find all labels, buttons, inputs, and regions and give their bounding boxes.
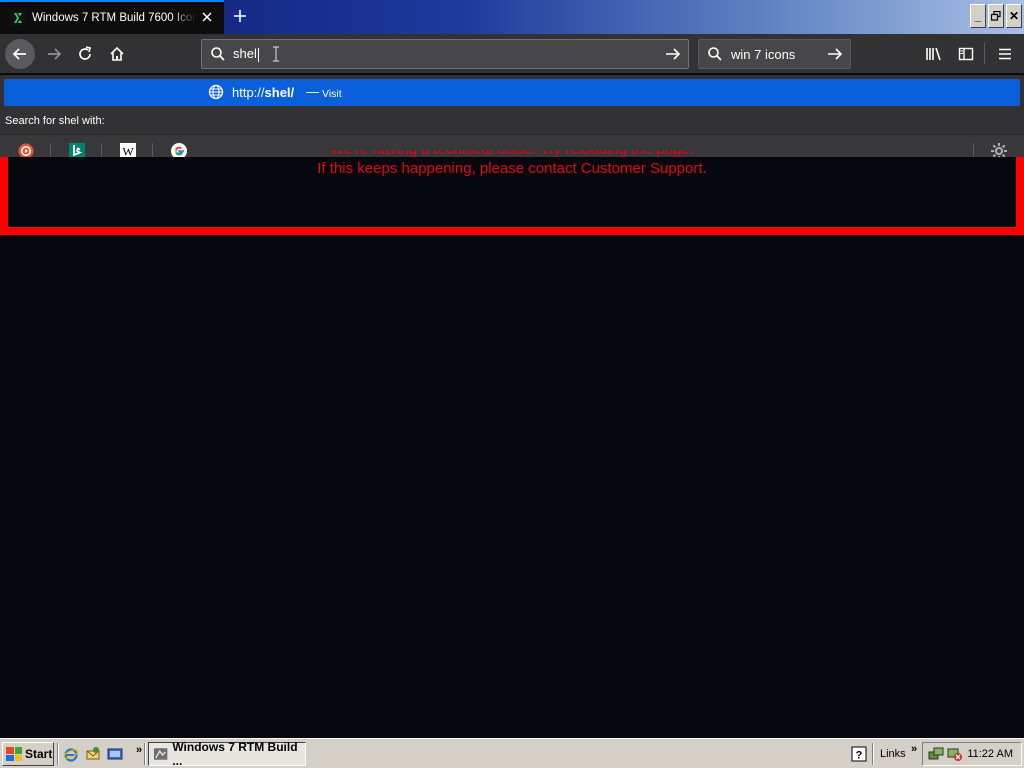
network-icon[interactable] <box>928 746 944 762</box>
search-bar[interactable]: win 7 icons <box>698 39 851 69</box>
clock: 11:22 AM <box>967 748 1013 760</box>
new-tab-button[interactable] <box>229 5 251 27</box>
suggestion-url: http://shel/ <box>232 85 295 100</box>
globe-icon <box>208 84 224 105</box>
svg-text:?: ? <box>856 750 863 762</box>
search-input[interactable]: win 7 icons <box>731 47 795 62</box>
page-content: We're having a technical issue. Try relo… <box>0 150 1024 738</box>
taskbar-window-button[interactable]: Windows 7 RTM Build ... <box>148 740 306 768</box>
show-desktop-icon[interactable] <box>107 746 123 762</box>
autocomplete-suggestion[interactable]: http://shel/ — Visit <box>4 79 1020 106</box>
site-logo-icon <box>10 10 26 26</box>
search-for-label: Search for shel with: <box>5 115 105 127</box>
suggestion-action: Visit <box>322 88 342 100</box>
quicklaunch-overflow-icon[interactable]: » <box>136 744 142 756</box>
go-arrow-icon[interactable] <box>664 46 682 62</box>
restore-icon <box>991 11 1001 21</box>
taskbar-separator <box>57 743 59 765</box>
outlook-express-icon[interactable] <box>85 746 101 762</box>
links-toolbar-label[interactable]: Links <box>880 748 906 760</box>
back-button[interactable] <box>5 39 35 69</box>
error-line1-clip: We're having a technical issue. Try relo… <box>8 150 1016 158</box>
toolbar-separator <box>984 42 985 64</box>
start-button[interactable]: Start <box>2 742 54 766</box>
taskbar-separator <box>872 743 874 765</box>
library-button[interactable] <box>920 40 948 68</box>
error-message-line1: We're having a technical issue. Try relo… <box>8 150 1016 158</box>
sidebar-icon <box>958 47 974 61</box>
search-icon <box>707 46 723 62</box>
tab-close-icon[interactable] <box>198 8 216 26</box>
library-icon <box>926 47 941 61</box>
error-banner: We're having a technical issue. Try relo… <box>0 150 1024 235</box>
windows-flag-icon <box>6 747 22 761</box>
navigation-toolbar: shel win 7 icons <box>0 34 1024 74</box>
arrow-left-icon <box>12 48 26 60</box>
home-button[interactable] <box>103 40 131 68</box>
home-icon <box>110 46 124 61</box>
tab-active[interactable]: Windows 7 RTM Build 7600 Icons f <box>0 0 224 34</box>
error-message-line2: If this keeps happening, please contact … <box>317 160 707 177</box>
close-window-button[interactable]: ✕ <box>1006 4 1022 28</box>
network-disconnected-icon[interactable] <box>947 746 963 762</box>
window-controls: _ ✕ <box>970 4 1022 28</box>
reload-icon <box>79 46 91 60</box>
taskbar-separator <box>144 743 146 765</box>
search-icon <box>210 46 226 62</box>
help-icon[interactable]: ? <box>851 746 867 762</box>
sidebar-button[interactable] <box>952 40 980 68</box>
minimize-button[interactable]: _ <box>970 4 986 28</box>
text-cursor-ibeam <box>273 46 279 62</box>
tab-strip: Windows 7 RTM Build 7600 Icons f _ ✕ <box>0 0 1024 34</box>
forward-button[interactable] <box>40 40 68 68</box>
firefox-window-icon <box>153 748 168 760</box>
menu-icon <box>999 48 1011 60</box>
suggestion-dash: — <box>306 84 319 99</box>
restore-button[interactable] <box>988 4 1004 28</box>
arrow-right-icon <box>48 48 62 60</box>
search-go-arrow-icon[interactable] <box>826 46 844 62</box>
system-tray: 11:22 AM <box>922 742 1022 766</box>
text-caret <box>257 47 259 62</box>
url-input[interactable]: shel <box>233 46 259 62</box>
menu-button[interactable] <box>991 40 1019 68</box>
windows-taskbar: Start » Windows 7 RTM Build ... ? Links … <box>0 738 1024 768</box>
links-overflow-icon[interactable]: » <box>911 743 917 755</box>
reload-button[interactable] <box>71 40 99 68</box>
tab-title: Windows 7 RTM Build 7600 Icons f <box>32 12 196 24</box>
internet-explorer-icon[interactable] <box>63 746 79 762</box>
